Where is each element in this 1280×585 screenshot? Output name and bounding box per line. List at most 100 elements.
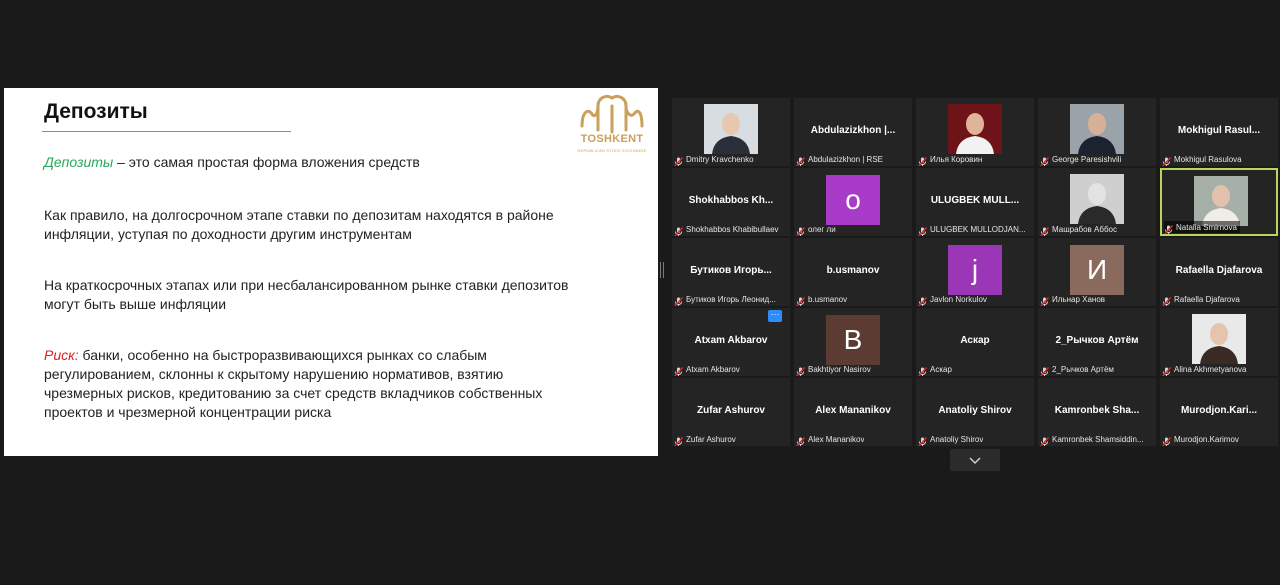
participant-name-bar: Dmitry Kravchenko: [674, 153, 788, 166]
participant-name: Bakhtiyor Nasirov: [808, 364, 871, 374]
participant-tile[interactable]: Аскар Аскар: [916, 308, 1034, 376]
participant-name: Atxam Akbarov: [686, 364, 740, 374]
participant-name: Abdulazizkhon | RSE: [808, 154, 884, 164]
participant-tile[interactable]: Natalia Smirnova: [1160, 168, 1278, 236]
participant-tile[interactable]: Rafaella Djafarova Rafaella Djafarova: [1160, 238, 1278, 306]
participant-tile-label: ULUGBEK MULL...: [930, 195, 1020, 206]
participant-tile-label: b.usmanov: [826, 265, 880, 276]
participant-tile[interactable]: Бутиков Игорь... Бутиков Игорь Леонид...: [672, 238, 790, 306]
participant-name-bar: Zufar Ashurov: [674, 433, 788, 446]
participant-name-bar: Аскар: [918, 363, 1032, 376]
participant-tile[interactable]: Mokhigul Rasul... Mokhigul Rasulova: [1160, 98, 1278, 166]
mic-muted-icon: [674, 434, 684, 446]
view-splitter-handle[interactable]: [660, 262, 664, 278]
participant-name: Natalia Smirnova: [1176, 222, 1237, 232]
participant-tile[interactable]: Murodjon.Kari... Murodjon.Karimov: [1160, 378, 1278, 446]
mic-muted-icon: [674, 364, 684, 376]
participant-name-bar: Javlon Norkulov: [918, 293, 1032, 306]
participant-name-bar: b.usmanov: [796, 293, 910, 306]
participant-avatar: B: [826, 315, 880, 365]
mic-muted-icon: [796, 364, 806, 376]
participant-name: ULUGBEK MULLODJAN...: [930, 224, 1026, 234]
participant-name: Anatoliy Shirov: [930, 434, 984, 444]
participant-tile-label: 2_Рычков Артём: [1055, 335, 1139, 346]
title-underline: [42, 131, 291, 132]
participant-name: Rafaella Djafarova: [1174, 294, 1240, 304]
participant-tile[interactable]: ULUGBEK MULL... ULUGBEK MULLODJAN...: [916, 168, 1034, 236]
participant-tile-label: Kamronbek Sha...: [1054, 405, 1140, 416]
participant-tile[interactable]: b.usmanov b.usmanov: [794, 238, 912, 306]
participant-tile[interactable]: Машрабов Аббос: [1038, 168, 1156, 236]
participant-tile-label: Shokhabbos Kh...: [688, 195, 774, 206]
paragraph-short-term: На краткосрочных этапах или при несбалан…: [44, 277, 569, 312]
more-options-icon[interactable]: ···: [768, 310, 782, 322]
paragraph-text: – это самая простая форма вложения средс…: [113, 154, 420, 170]
participant-name-bar: ULUGBEK MULLODJAN...: [918, 223, 1032, 236]
participant-avatar: j: [948, 245, 1002, 295]
participant-tile[interactable]: B Bakhtiyor Nasirov: [794, 308, 912, 376]
participant-tile[interactable]: Abdulazizkhon |... Abdulazizkhon | RSE: [794, 98, 912, 166]
participant-name-bar: Murodjon.Karimov: [1162, 433, 1276, 446]
participant-name-bar: Rafaella Djafarova: [1162, 293, 1276, 306]
mic-muted-icon: [1040, 154, 1050, 166]
participant-video: [1194, 176, 1248, 226]
shared-screen-slide: Депозиты TOSHKENT REPUBLICAN STOCK EXCHA…: [4, 88, 658, 456]
participant-tile[interactable]: Alina Akhmetyanova: [1160, 308, 1278, 376]
mic-muted-icon: [1164, 222, 1174, 234]
highlight-term: Депозиты: [44, 154, 114, 170]
participant-tile[interactable]: И Ильнар Ханов: [1038, 238, 1156, 306]
participant-tile[interactable]: 2_Рычков Артём 2_Рычков Артём: [1038, 308, 1156, 376]
participant-name: b.usmanov: [808, 294, 848, 304]
logo-subtitle: REPUBLICAN STOCK EXCHANGE: [577, 148, 647, 153]
participant-name: George Paresishvili: [1052, 154, 1122, 164]
participant-tile-label: Atxam Akbarov: [694, 335, 768, 346]
mic-muted-icon: [918, 364, 928, 376]
toshkent-logo-mark: [580, 94, 644, 134]
mic-muted-icon: [1162, 294, 1172, 306]
participant-tile[interactable]: Илья Коровин: [916, 98, 1034, 166]
participant-name: Murodjon.Karimov: [1174, 434, 1239, 444]
participant-tile-label: Murodjon.Kari...: [1180, 405, 1258, 416]
participant-tile[interactable]: Kamronbek Sha... Kamronbek Shamsiddin...: [1038, 378, 1156, 446]
participant-tile[interactable]: Shokhabbos Kh... Shokhabbos Khabibullaev: [672, 168, 790, 236]
participant-tile[interactable]: Dmitry Kravchenko: [672, 98, 790, 166]
participant-name-bar: Bakhtiyor Nasirov: [796, 363, 910, 376]
participant-tile[interactable]: o олег ли: [794, 168, 912, 236]
participant-name: Javlon Norkulov: [930, 294, 987, 304]
participant-tile-label: Anatoliy Shirov: [938, 405, 1012, 416]
participant-name: Mokhigul Rasulova: [1174, 154, 1242, 164]
participant-tile[interactable]: Alex Mananikov Alex Mananikov: [794, 378, 912, 446]
mic-muted-icon: [796, 154, 806, 166]
participant-name: Alex Mananikov: [808, 434, 865, 444]
mic-muted-icon: [674, 294, 684, 306]
participant-name-bar: Бутиков Игорь Леонид...: [674, 293, 788, 306]
participant-tile[interactable]: Atxam Akbarov ··· Atxam Akbarov: [672, 308, 790, 376]
participant-tile-label: Alex Mananikov: [815, 405, 891, 416]
mic-muted-icon: [674, 224, 684, 236]
mic-muted-icon: [1040, 364, 1050, 376]
mic-muted-icon: [1040, 434, 1050, 446]
participant-tile[interactable]: j Javlon Norkulov: [916, 238, 1034, 306]
participant-tile[interactable]: George Paresishvili: [1038, 98, 1156, 166]
participant-tile[interactable]: Zufar Ashurov Zufar Ashurov: [672, 378, 790, 446]
participant-name-bar: Abdulazizkhon | RSE: [796, 153, 910, 166]
participant-name-bar: Natalia Smirnova: [1164, 221, 1240, 234]
paragraph-risk: Риск: банки, особенно на быстроразвивающ…: [44, 346, 574, 422]
mic-muted-icon: [918, 224, 928, 236]
participant-tile-label: Бутиков Игорь...: [690, 265, 772, 276]
participant-tile-label: Zufar Ashurov: [697, 405, 765, 416]
participant-name-bar: 2_Рычков Артём: [1040, 363, 1154, 376]
participant-video: [1192, 314, 1246, 364]
participant-name-bar: Alex Mananikov: [796, 433, 910, 446]
toshkent-logo: TOSHKENT REPUBLICAN STOCK EXCHANGE: [576, 92, 648, 156]
participant-tile-label: Mokhigul Rasul...: [1177, 125, 1261, 136]
participant-name: Аскар: [930, 364, 952, 374]
mic-muted-icon: [1040, 224, 1050, 236]
participant-avatar: o: [826, 175, 880, 225]
paragraph-definition: Депозиты – это самая простая форма вложе…: [44, 153, 574, 172]
participant-gallery: Dmitry Kravchenko Abdulazizkhon |... Abdul…: [672, 98, 1279, 446]
participant-tile[interactable]: Anatoliy Shirov Anatoliy Shirov: [916, 378, 1034, 446]
next-page-button[interactable]: [950, 449, 1000, 471]
mic-muted-icon: [796, 224, 806, 236]
participant-name: Бутиков Игорь Леонид...: [686, 294, 776, 304]
